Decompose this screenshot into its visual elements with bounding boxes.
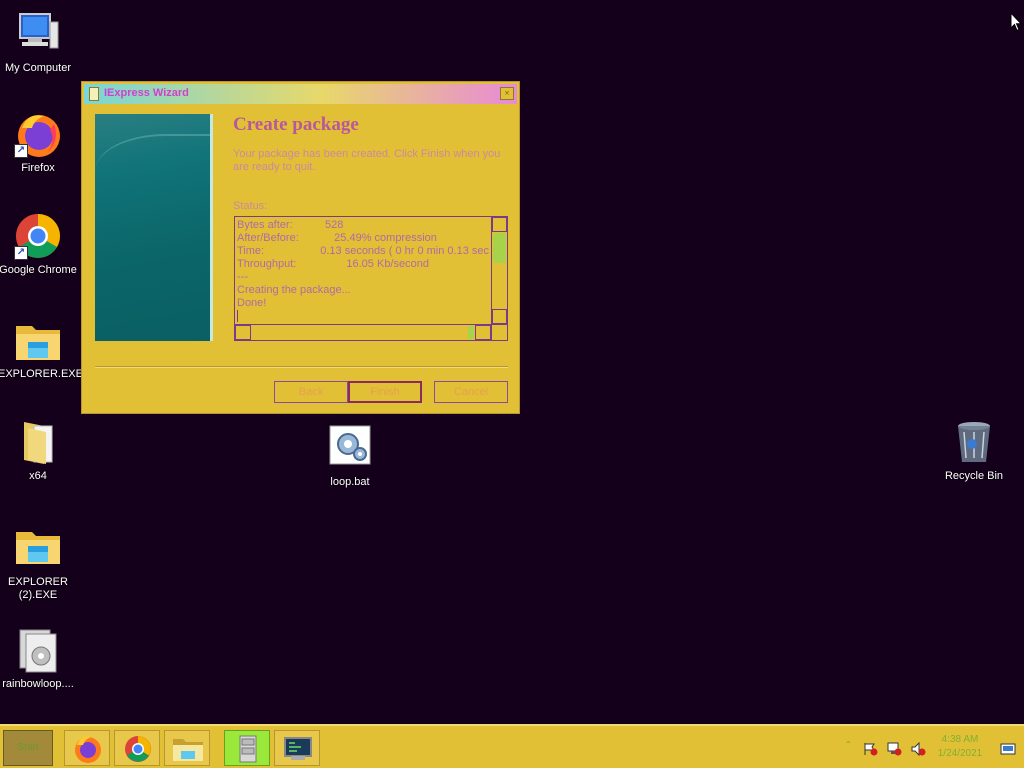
taskbar-file-explorer[interactable] [164, 730, 210, 766]
page-description: Your package has been created. Click Fin… [233, 148, 501, 173]
desktop-icon-google-chrome[interactable]: ↗ Google Chrome [0, 212, 78, 277]
iexpress-wizard-dialog: IExpress Wizard × Create package Your pa… [81, 81, 520, 414]
computer-icon [14, 10, 62, 58]
status-row: Time: 0.13 seconds ( 0 hr 0 min 0.13 sec [237, 245, 489, 257]
desktop-icon-label: My Computer [4, 62, 72, 74]
status-line: --- [237, 271, 248, 283]
status-line: Done! [237, 297, 267, 309]
clock-date: 1/24/2021 [937, 748, 983, 759]
firefox-icon [75, 736, 101, 763]
taskbar-chrome[interactable] [114, 730, 160, 766]
desktop-icon-firefox[interactable]: ↗ Firefox [0, 110, 78, 175]
scroll-right-button[interactable] [475, 325, 491, 340]
desktop-icon-label: loop.bat [330, 476, 370, 488]
status-log: Bytes after: 528 After/Before: 25.49% co… [237, 219, 489, 323]
start-button-label: Start [17, 742, 39, 753]
desktop-icon-label: EXPLORER (2).EXE [8, 576, 68, 601]
volume-muted-icon[interactable] [910, 742, 926, 756]
mouse-cursor-icon [1010, 11, 1023, 37]
desktop-icon-label: Firefox [21, 162, 55, 174]
network-icon[interactable] [886, 742, 902, 756]
dialog-title: IExpress Wizard [104, 87, 189, 99]
back-button[interactable]: Back [274, 381, 348, 403]
monitor-icon [284, 737, 312, 760]
taskbar-firefox[interactable] [64, 730, 110, 766]
horizontal-scrollbar[interactable] [235, 324, 491, 340]
desktop-icon-label: Google Chrome [0, 264, 77, 276]
desktop-icon-label: rainbowloop.... [2, 678, 74, 690]
desktop-icon-label: x64 [29, 470, 47, 482]
status-row: Bytes after: 528 [237, 219, 344, 231]
installer-icon [14, 626, 62, 674]
scroll-left-button[interactable] [235, 325, 251, 340]
file-explorer-icon [14, 316, 62, 364]
action-center-flag-icon[interactable] [862, 742, 878, 756]
scroll-up-button[interactable] [492, 217, 507, 232]
wizard-side-image [95, 114, 213, 341]
status-label: Status: [233, 200, 268, 212]
clock-time: 4:38 AM [941, 734, 979, 745]
desktop-icon-my-computer[interactable]: My Computer [0, 10, 78, 75]
desktop-icon-label: Recycle Bin [944, 470, 1004, 482]
vertical-scrollbar[interactable] [491, 217, 507, 324]
text-caret [237, 310, 238, 322]
desktop-icon-rainbowloop[interactable]: rainbowloop.... [0, 626, 78, 691]
scroll-thumb[interactable] [468, 326, 474, 339]
app-icon [89, 87, 99, 101]
file-explorer-icon [14, 524, 62, 572]
desktop-icon-x64[interactable]: x64 [0, 418, 78, 483]
folder-icon [14, 418, 62, 466]
taskbar-iexpress[interactable] [224, 730, 270, 766]
file-explorer-icon [173, 739, 203, 761]
batch-file-icon [326, 424, 374, 472]
firefox-icon: ↗ [14, 110, 62, 158]
desktop-icon-explorer-exe[interactable]: EXPLORER.EXE [0, 316, 83, 381]
taskbar-terminal[interactable] [274, 730, 320, 766]
show-hidden-icons-icon[interactable]: ⌃ [844, 740, 860, 754]
desktop-icon-explorer-2-exe[interactable]: EXPLORER (2).EXE [0, 524, 78, 602]
chrome-icon [125, 736, 151, 762]
start-button[interactable]: Start [3, 730, 53, 766]
status-row: After/Before: 25.49% compression [237, 232, 437, 244]
divider [95, 366, 508, 368]
status-textbox[interactable]: Bytes after: 528 After/Before: 25.49% co… [234, 216, 508, 341]
scroll-thumb[interactable] [493, 233, 506, 263]
cancel-button[interactable]: Cancel [434, 381, 508, 403]
finish-button[interactable]: Finish [348, 381, 422, 403]
desktop-icon-label: EXPLORER.EXE [0, 368, 83, 380]
shortcut-arrow-icon: ↗ [14, 246, 28, 260]
shortcut-arrow-icon: ↗ [14, 144, 28, 158]
taskbar: Start ⌃ 4:38 AM 1/24/2021 [0, 724, 1024, 768]
desktop-icon-recycle-bin[interactable]: Recycle Bin [934, 418, 1014, 483]
desktop-icon-loop-bat[interactable]: loop.bat [310, 424, 390, 489]
cabinet-icon [239, 735, 257, 763]
show-desktop-icon[interactable] [1000, 742, 1016, 756]
scroll-down-button[interactable] [492, 309, 507, 324]
close-button[interactable]: × [500, 87, 514, 100]
clock[interactable]: 4:38 AM 1/24/2021 [930, 733, 990, 761]
system-tray: ⌃ 4:38 AM 1/24/2021 [844, 730, 1024, 766]
scrollbar-corner [491, 324, 507, 340]
status-line: Creating the package... [237, 284, 351, 296]
dialog-titlebar[interactable]: IExpress Wizard × [84, 84, 517, 104]
page-heading: Create package [233, 114, 359, 135]
chrome-icon: ↗ [14, 212, 62, 260]
status-row: Throughput: 16.05 Kb/second [237, 258, 429, 270]
recycle-bin-icon [950, 418, 998, 466]
